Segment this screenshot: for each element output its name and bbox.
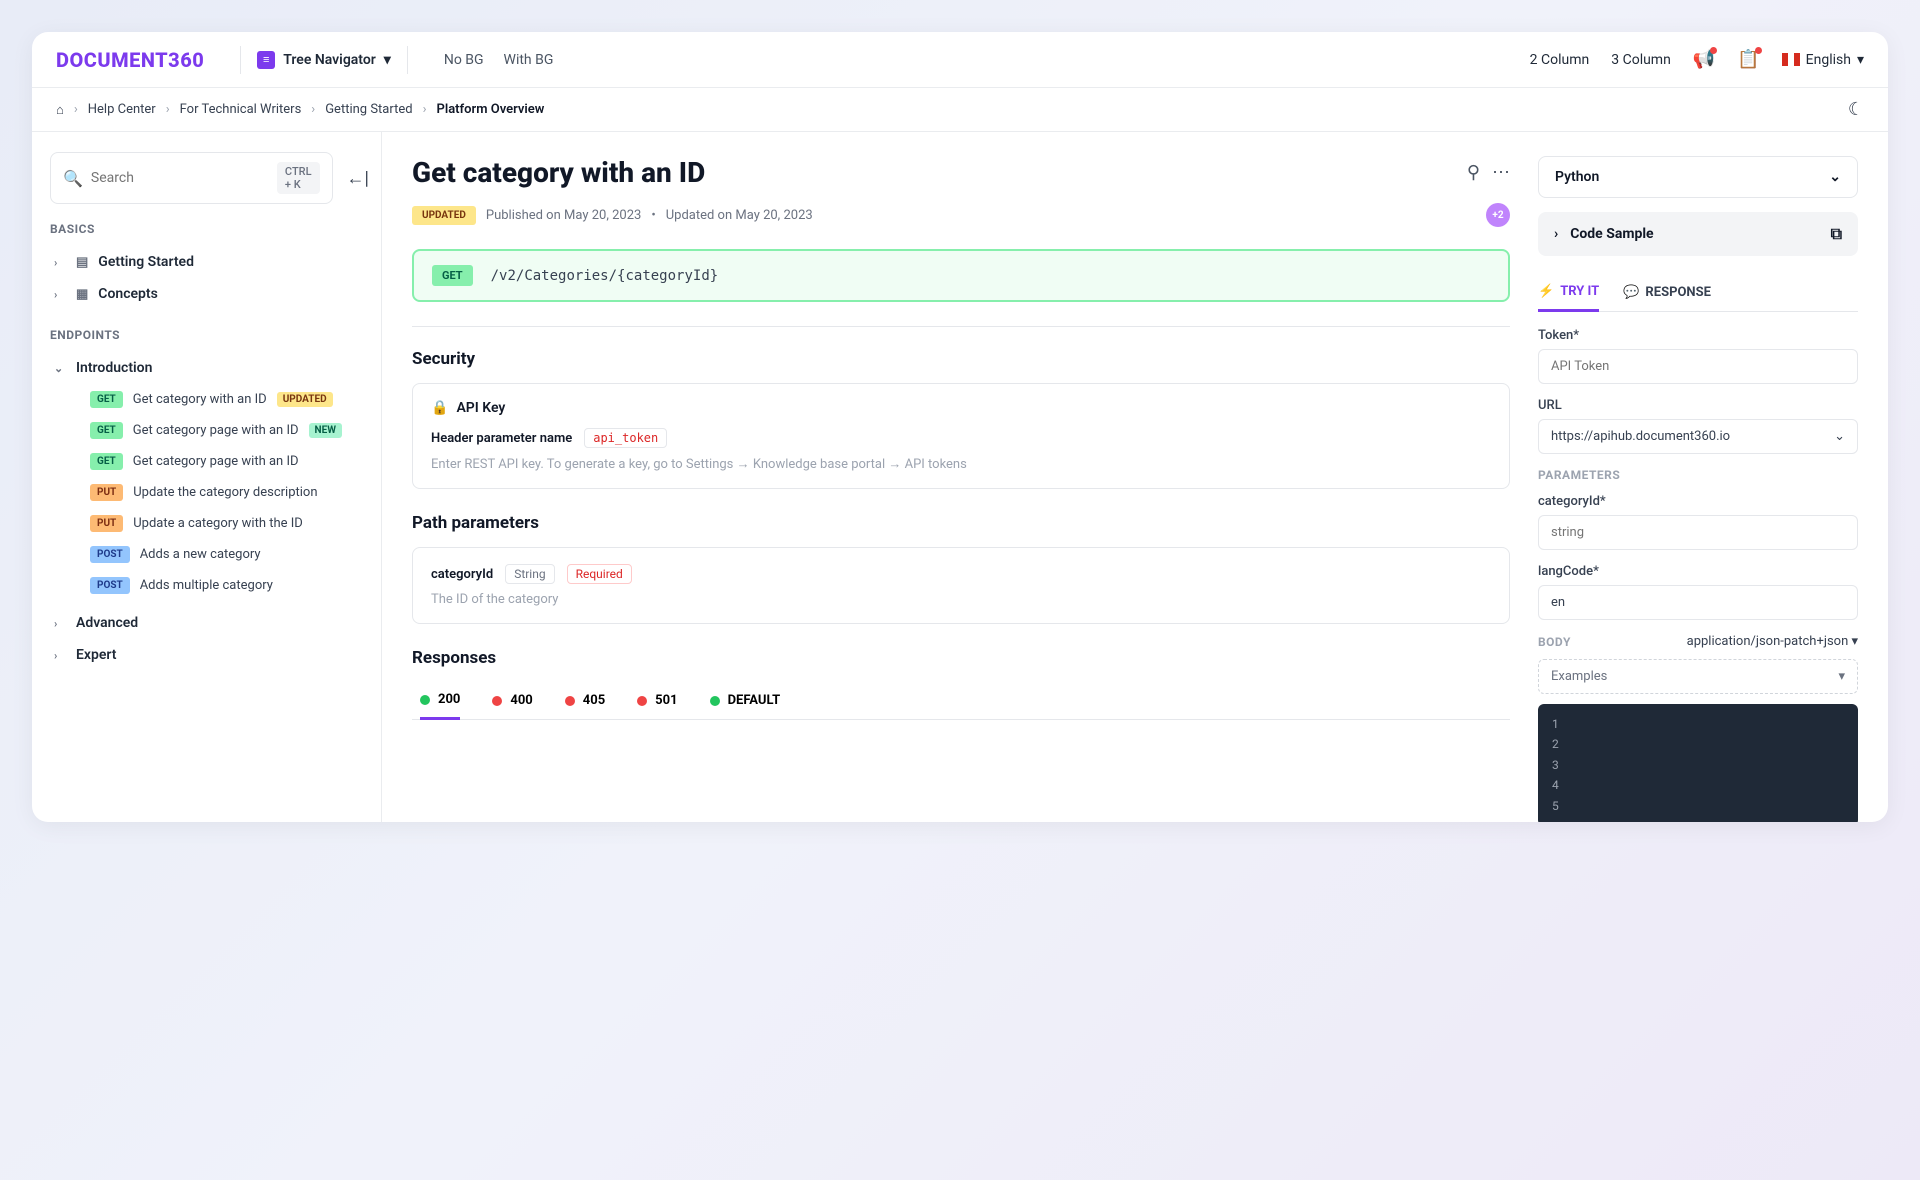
main-content: Get category with an ID ⚲ ⋯ UPDATED Publ… [412, 156, 1510, 798]
clipboard-icon[interactable]: 📋 [1737, 49, 1759, 70]
breadcrumb: ⌂ › Help Center › For Technical Writers … [32, 88, 1888, 132]
url-label: URL [1538, 398, 1858, 413]
section-basics: BASICS [50, 222, 363, 236]
updated-badge: UPDATED [412, 206, 476, 225]
published-date: Published on May 20, 2023 [486, 208, 641, 223]
wand-icon: ⚡ [1538, 284, 1554, 299]
search-input[interactable]: 🔍 CTRL + K [50, 152, 333, 204]
updated-date: Updated on May 20, 2023 [666, 208, 813, 223]
breadcrumb-item[interactable]: Getting Started [325, 102, 412, 117]
endpoint-item[interactable]: PUTUpdate a category with the ID [50, 508, 363, 539]
responses-heading: Responses [412, 648, 1510, 668]
response-tabs: 200 400 405 501 DEFAULT [412, 682, 1510, 720]
no-bg-link[interactable]: No BG [444, 52, 484, 68]
chevron-down-icon: ⌄ [1834, 429, 1845, 444]
sidebar-item-getting-started[interactable]: ›▤Getting Started [50, 246, 363, 278]
token-label: Token* [1538, 328, 1858, 343]
response-tab-405[interactable]: 405 [565, 682, 605, 719]
langcode-label: langCode* [1538, 564, 1858, 579]
endpoint-box: GET /v2/Categories/{categoryId} [412, 249, 1510, 302]
chevron-down-icon: ▾ [1857, 52, 1864, 68]
collapse-sidebar-icon[interactable]: ←| [347, 168, 369, 189]
3-column-link[interactable]: 3 Column [1611, 52, 1671, 68]
body-label: BODY [1538, 635, 1571, 649]
breadcrumb-item[interactable]: Platform Overview [436, 102, 544, 117]
security-heading: Security [412, 349, 1510, 369]
endpoint-item[interactable]: GETGet category page with an ID [50, 446, 363, 477]
contributors-avatar[interactable]: +2 [1486, 203, 1510, 227]
sidebar-item-introduction[interactable]: ⌄Introduction [50, 352, 363, 384]
dark-mode-toggle[interactable]: ☾ [1848, 99, 1864, 120]
response-tab-501[interactable]: 501 [637, 682, 677, 719]
url-select[interactable]: https://apihub.document360.io⌄ [1538, 419, 1858, 454]
topbar: DOCUMENT360 ≡ Tree Navigator ▾ No BG Wit… [32, 32, 1888, 88]
try-it-tab[interactable]: ⚡TRY IT [1538, 274, 1599, 312]
section-endpoints: ENDPOINTS [50, 328, 363, 342]
examples-select[interactable]: Examples▾ [1538, 659, 1858, 694]
code-sample-toggle[interactable]: › Code Sample ⧉ [1538, 212, 1858, 256]
home-icon[interactable]: ⌂ [56, 102, 64, 118]
categoryid-label: categoryId* [1538, 494, 1858, 509]
token-input[interactable] [1538, 349, 1858, 384]
chevron-down-icon: ⌄ [1829, 169, 1841, 185]
copy-icon[interactable]: ⧉ [1831, 224, 1842, 244]
search-shortcut: CTRL + K [277, 162, 320, 194]
response-tab-400[interactable]: 400 [492, 682, 532, 719]
lock-icon: 🔒 [431, 400, 448, 416]
sidebar: 🔍 CTRL + K ←| BASICS ›▤Getting Started ›… [32, 132, 382, 822]
code-editor[interactable]: 1 2 3 4 5 [1538, 704, 1858, 822]
parameters-label: PARAMETERS [1538, 468, 1858, 482]
endpoint-item[interactable]: PUTUpdate the category description [50, 477, 363, 508]
categoryid-input[interactable] [1538, 515, 1858, 550]
response-tab-default[interactable]: DEFAULT [710, 682, 781, 719]
response-icon: 💬 [1623, 285, 1639, 300]
share-icon[interactable]: ⚲ [1467, 162, 1480, 183]
endpoint-item[interactable]: POSTAdds a new category [50, 539, 363, 570]
breadcrumb-item[interactable]: For Technical Writers [180, 102, 302, 117]
try-it-panel: Python⌄ › Code Sample ⧉ ⚡TRY IT 💬RESPONS… [1538, 156, 1858, 798]
page-title: Get category with an ID [412, 156, 1455, 189]
endpoint-item[interactable]: POSTAdds multiple category [50, 570, 363, 601]
tree-navigator-dropdown[interactable]: ≡ Tree Navigator ▾ [257, 51, 391, 69]
path-params-heading: Path parameters [412, 513, 1510, 533]
announcements-icon[interactable]: 📢 [1693, 49, 1715, 70]
language-selector[interactable]: English ▾ [1782, 52, 1864, 68]
logo: DOCUMENT360 [56, 48, 204, 72]
endpoint-item[interactable]: GETGet category page with an IDNEW [50, 415, 363, 446]
sidebar-item-expert[interactable]: ›Expert [50, 639, 363, 671]
chevron-right-icon: › [1554, 226, 1558, 242]
path-params-card: categoryIdStringRequired The ID of the c… [412, 547, 1510, 624]
security-card: 🔒API Key Header parameter nameapi_token … [412, 383, 1510, 489]
canada-flag-icon [1782, 53, 1800, 66]
more-icon[interactable]: ⋯ [1492, 162, 1510, 183]
sidebar-item-concepts[interactable]: ›▦Concepts [50, 278, 363, 310]
endpoint-path: /v2/Categories/{categoryId} [491, 268, 719, 284]
breadcrumb-item[interactable]: Help Center [88, 102, 156, 117]
2-column-link[interactable]: 2 Column [1530, 52, 1590, 68]
endpoint-item[interactable]: GETGet category with an IDUPDATED [50, 384, 363, 415]
language-select[interactable]: Python⌄ [1538, 156, 1858, 198]
chevron-down-icon: ▾ [384, 52, 391, 68]
book-icon: ≡ [257, 51, 275, 69]
search-icon: 🔍 [63, 169, 83, 188]
with-bg-link[interactable]: With BG [504, 52, 554, 68]
sidebar-item-advanced[interactable]: ›Advanced [50, 607, 363, 639]
response-tab[interactable]: 💬RESPONSE [1623, 274, 1711, 311]
langcode-input[interactable] [1538, 585, 1858, 620]
http-method: GET [432, 265, 473, 286]
content-type-select[interactable]: application/json-patch+json ▾ [1687, 634, 1858, 649]
response-tab-200[interactable]: 200 [420, 682, 460, 720]
